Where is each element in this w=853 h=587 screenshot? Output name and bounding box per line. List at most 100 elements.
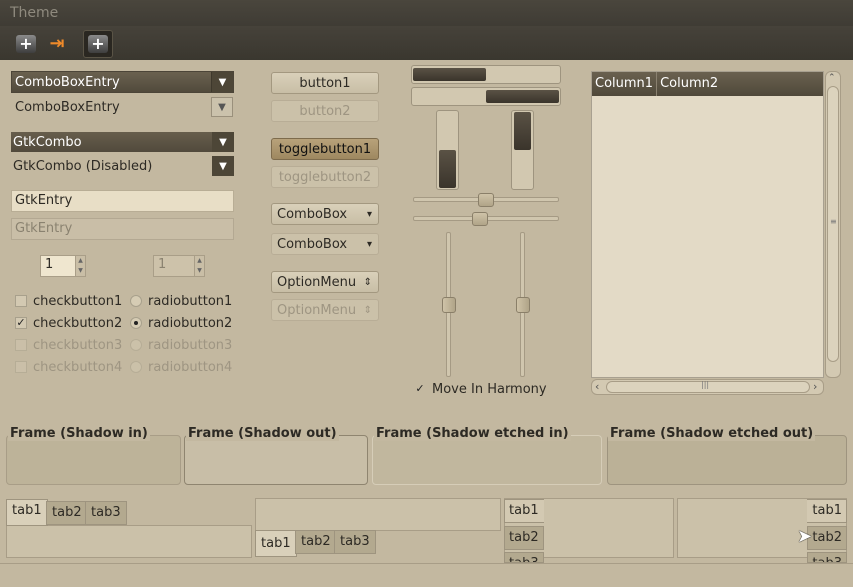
optionmenu-2-label: OptionMenu	[277, 302, 357, 318]
tab-label: tab1	[12, 503, 42, 518]
togglebutton1[interactable]: togglebutton1	[271, 138, 379, 160]
tree-view[interactable]: Column1 Column2	[591, 71, 824, 378]
gtkcombo-disabled-text: GtkCombo (Disabled)	[13, 158, 153, 174]
spinbutton-2: 1 ▲ ▼	[153, 255, 205, 277]
combobox-2: ComboBox ▾	[271, 233, 379, 255]
gtkcombo-text: GtkCombo	[13, 134, 82, 150]
column1-header[interactable]: Column1	[592, 72, 658, 96]
scroll-right-icon[interactable]: ›	[813, 380, 817, 393]
tab-label: tab3	[509, 556, 539, 562]
progressbar-v2	[511, 110, 534, 190]
spinbutton-1[interactable]: 1 ▲ ▼	[40, 255, 86, 277]
radiobutton-2-label: radiobutton2	[148, 315, 233, 331]
chevron-down-icon[interactable]: ▼	[211, 97, 233, 117]
chevron-down-icon[interactable]: ▼	[211, 72, 233, 92]
tab-label: tab2	[509, 530, 539, 545]
combobox-entry-2[interactable]: ComboBoxEntry ▼	[11, 96, 234, 118]
vscale-2-handle[interactable]	[516, 297, 530, 313]
notebook-right-tab3[interactable]: tab3	[807, 552, 847, 563]
toolbar-add-button-2[interactable]: +	[83, 30, 113, 58]
radiobutton-1[interactable]: radiobutton1	[130, 292, 232, 310]
button1-label: button1	[299, 75, 351, 91]
hscale-2-handle[interactable]	[472, 212, 488, 226]
chevron-down-icon[interactable]: ▼	[212, 132, 234, 152]
togglebutton1-label: togglebutton1	[278, 141, 372, 157]
optionmenu-1[interactable]: OptionMenu ⇕	[271, 271, 379, 293]
notebook-left-tab3[interactable]: tab3	[504, 552, 544, 563]
progressbar-h1	[411, 65, 561, 84]
gtk-entry[interactable]: GtkEntry	[11, 190, 234, 212]
checkbutton-2-label: checkbutton2	[33, 315, 123, 331]
button2-label: button2	[299, 103, 351, 119]
frame-shadow-in	[6, 435, 181, 485]
spinbutton-1-value: 1	[45, 257, 54, 272]
notebook-top-tab1[interactable]: tab1	[6, 499, 48, 526]
gtkcombo[interactable]: GtkCombo ▼	[11, 132, 234, 152]
notebook-top-tab3[interactable]: tab3	[85, 501, 127, 525]
togglebutton2-label: togglebutton2	[278, 169, 372, 185]
move-in-harmony-check[interactable]: ✓ Move In Harmony	[414, 380, 546, 398]
checkbutton-4-label: checkbutton4	[33, 359, 123, 375]
add-icon: +	[88, 35, 108, 53]
gtkcombo-disabled: GtkCombo (Disabled) ▼	[11, 156, 234, 176]
notebook-top-tab2[interactable]: tab2	[46, 501, 88, 525]
combobox-entry-2-text: ComboBoxEntry	[15, 99, 120, 115]
combobox-1[interactable]: ComboBox ▾	[271, 203, 379, 225]
spin-arrows-icon[interactable]: ▲ ▼	[75, 256, 85, 276]
combobox-2-label: ComboBox	[277, 236, 348, 252]
radiobutton-4: radiobutton4	[130, 358, 232, 376]
checkbutton-1[interactable]: checkbutton1	[15, 292, 122, 310]
chevron-down-icon: ▾	[366, 238, 372, 250]
gtk-entry-disabled-value: GtkEntry	[15, 221, 73, 236]
radio-selected-icon	[130, 317, 142, 329]
notebook-right-tab1[interactable]: tab1	[807, 499, 847, 523]
toolbar-add-button[interactable]: +	[11, 30, 41, 58]
add-icon: +	[16, 35, 36, 53]
tab-label: tab3	[91, 505, 121, 520]
radio-icon	[130, 361, 142, 373]
scroll-left-icon[interactable]: ‹	[595, 380, 599, 393]
notebook-bottom-tab1[interactable]: tab1	[255, 530, 297, 557]
optionmenu-2: OptionMenu ⇕	[271, 299, 379, 321]
radiobutton-1-label: radiobutton1	[148, 293, 233, 309]
checkmark-icon: ✓	[415, 382, 425, 395]
tab-label: tab3	[340, 534, 370, 549]
checkbutton-2[interactable]: ✓ checkbutton2	[15, 314, 122, 332]
notebook-left-tab2[interactable]: tab2	[504, 526, 544, 550]
radiobutton-3-label: radiobutton3	[148, 337, 233, 353]
statusbar	[0, 563, 853, 587]
tab-label: tab2	[52, 505, 82, 520]
vscale-1-handle[interactable]	[442, 297, 456, 313]
toolbar: + ⇥ +	[0, 26, 853, 60]
tab-label: tab2	[812, 530, 842, 545]
notebook-bottom-tab2[interactable]: tab2	[295, 530, 337, 554]
progressbar-v1	[436, 110, 459, 190]
tree-hscrollbar[interactable]: ‹ ||| ›	[591, 379, 824, 395]
progressbar-h1-fill	[413, 68, 486, 81]
frame-shadow-out	[184, 435, 368, 485]
checkbox-icon	[15, 295, 27, 307]
radiobutton-2[interactable]: radiobutton2	[130, 314, 232, 332]
gtk-entry-disabled: GtkEntry	[11, 218, 234, 240]
column2-header[interactable]: Column2	[657, 72, 721, 96]
notebook-bottom-tab3[interactable]: tab3	[334, 530, 376, 554]
combobox-1-label: ComboBox	[277, 206, 348, 222]
togglebutton2: togglebutton2	[271, 166, 379, 188]
frame-shadow-in-label: Frame (Shadow in)	[8, 426, 150, 441]
frame-shadow-etched-out	[607, 435, 847, 485]
tab-label: tab1	[509, 503, 539, 518]
button1[interactable]: button1	[271, 72, 379, 94]
notebook-left-tab1[interactable]: tab1	[504, 499, 544, 523]
chevron-down-icon: ▾	[366, 208, 372, 220]
notebook-bottom-pane	[255, 498, 501, 531]
tree-header: Column1 Column2	[592, 72, 823, 96]
checkmark-icon: ✓	[15, 316, 27, 329]
scroll-up-icon[interactable]: ⌃	[828, 73, 836, 83]
hscale-1-handle[interactable]	[478, 193, 494, 207]
radiobutton-3: radiobutton3	[130, 336, 232, 354]
tree-vscrollbar[interactable]: ⌃ ≡	[825, 71, 841, 378]
combobox-entry-1[interactable]: ComboBoxEntry ▼	[11, 71, 234, 93]
toolbar-forward-button[interactable]: ⇥	[42, 30, 72, 58]
notebook-right-tab2[interactable]: tab2	[807, 526, 847, 550]
progressbar-h2-fill	[486, 90, 559, 103]
